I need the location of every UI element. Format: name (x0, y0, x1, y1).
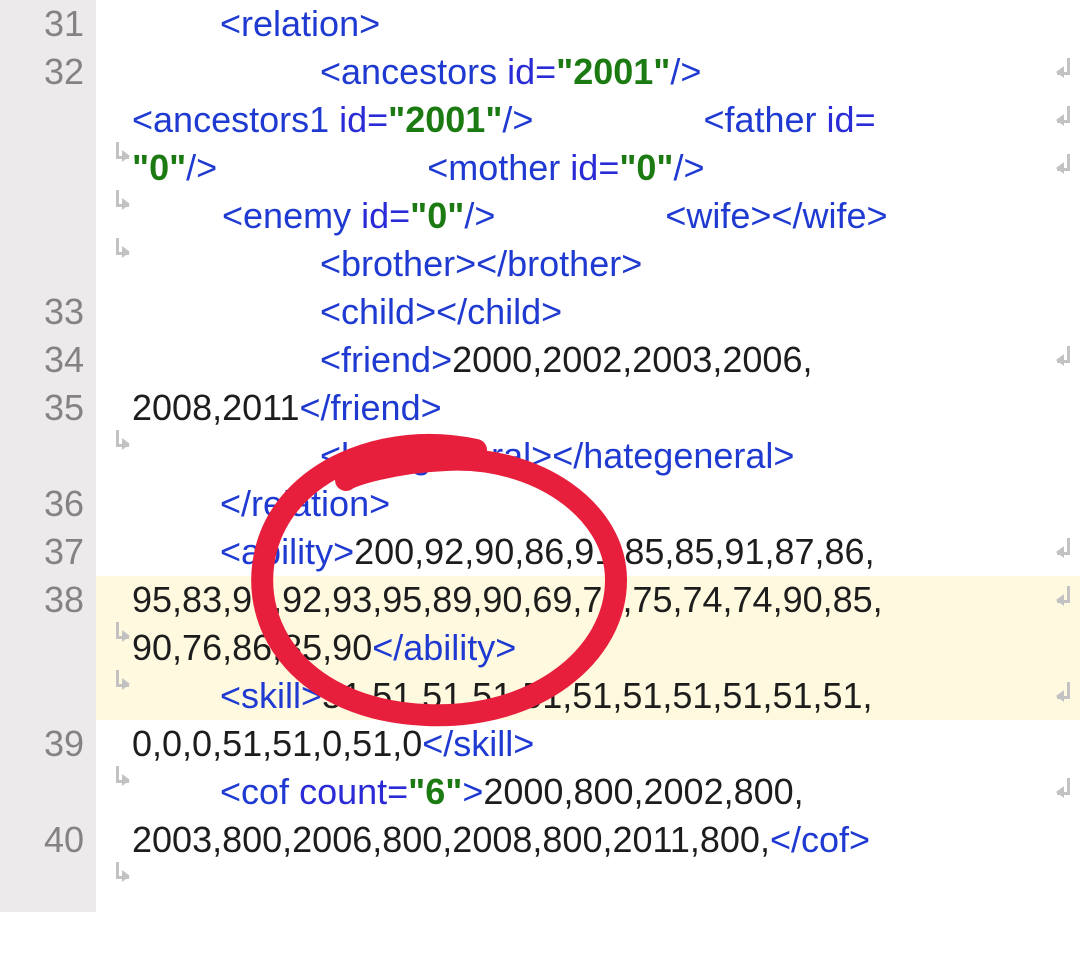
xml-tag: <child> (320, 291, 436, 332)
xml-attr-name: id= (339, 99, 388, 140)
line-number (0, 864, 96, 912)
xml-tag: /> (670, 51, 701, 92)
line-number-gutter: 31 32 33 34 35 36 37 38 39 40 (0, 0, 96, 912)
xml-attr-name: id= (361, 195, 410, 236)
line-number: 40 (0, 816, 96, 864)
xml-tag: <mother (427, 147, 570, 188)
xml-tag: <enemy (222, 195, 361, 236)
xml-text: 2003,800,2006,800,2008,800,2011,800, (132, 819, 770, 860)
xml-tag: </skill> (422, 723, 534, 764)
code-line[interactable]: <ability>200,92,90,86,91,85,85,91,87,86, (96, 528, 1080, 576)
xml-tag: <friend> (320, 339, 452, 380)
line-number: 34 (0, 336, 96, 384)
xml-attr-value: "0" (619, 147, 673, 188)
xml-tag: /> (502, 99, 533, 140)
xml-attr-name: id= (570, 147, 619, 188)
line-number: 37 (0, 528, 96, 576)
code-line[interactable]: <enemy id="0"/> <wife></wife> (96, 192, 1080, 240)
xml-tag: <brother> (320, 243, 476, 284)
xml-tag: <father (703, 99, 826, 140)
code-line[interactable]: 2008,2011</friend> (96, 384, 1080, 432)
code-line[interactable]: <cof count="6">2000,800,2002,800, (96, 768, 1080, 816)
xml-tag: /> (186, 147, 217, 188)
code-line[interactable]: <ancestors1 id="2001"/> <father id= (96, 96, 1080, 144)
xml-tag: </wife> (771, 195, 887, 236)
xml-attr-value: "2001" (388, 99, 502, 140)
line-number: 33 (0, 288, 96, 336)
code-line[interactable]: <skill>51,51,51,51,51,51,51,51,51,51,51, (96, 672, 1080, 720)
xml-tag: </relation> (220, 483, 390, 524)
xml-tag: </brother> (476, 243, 642, 284)
code-line[interactable]: 95,83,90,92,93,95,89,90,69,76,75,74,74,9… (96, 576, 1080, 624)
xml-tag: <hategeneral> (320, 435, 552, 476)
code-editor[interactable]: 31 32 33 34 35 36 37 38 39 40 <relation>… (0, 0, 1080, 912)
line-number (0, 432, 96, 480)
xml-text: 51,51,51,51,51,51,51,51,51,51,51, (322, 675, 873, 716)
xml-text: 0,0,0,51,51,0,51,0 (132, 723, 422, 764)
code-line[interactable]: <child></child> (96, 288, 1080, 336)
xml-tag: <skill> (220, 675, 322, 716)
xml-tag: </cof> (770, 819, 870, 860)
xml-tag: </friend> (300, 387, 442, 428)
xml-attr-name: id= (507, 51, 556, 92)
code-line[interactable]: <ancestors id="2001"/> (96, 48, 1080, 96)
code-line[interactable]: 0,0,0,51,51,0,51,0</skill> (96, 720, 1080, 768)
line-number: 38 (0, 576, 96, 624)
xml-text: 95,83,90,92,93,95,89,90,69,76,75,74,74,9… (132, 579, 883, 620)
line-number: 35 (0, 384, 96, 432)
code-line[interactable]: 2003,800,2006,800,2008,800,2011,800,</co… (96, 816, 1080, 864)
code-line[interactable]: "0"/> <mother id="0"/> (96, 144, 1080, 192)
line-number: 36 (0, 480, 96, 528)
code-line[interactable]: 90,76,86,85,90</ability> (96, 624, 1080, 672)
xml-attr-value: "6" (408, 771, 462, 812)
xml-text: 200,92,90,86,91,85,85,91,87,86, (354, 531, 874, 572)
xml-tag: /> (464, 195, 495, 236)
xml-attr-name: id= (827, 99, 876, 140)
xml-tag: </ability> (372, 627, 516, 668)
code-line[interactable]: </relation> (96, 480, 1080, 528)
xml-attr-value: "2001" (556, 51, 670, 92)
xml-attr-value: "0" (132, 147, 186, 188)
xml-attr-name: count= (299, 771, 408, 812)
xml-text: 2000,800,2002,800, (483, 771, 803, 812)
xml-attr-value: "0" (410, 195, 464, 236)
code-line[interactable]: <brother></brother> (96, 240, 1080, 288)
xml-text: 2000,2002,2003,2006, (452, 339, 812, 380)
xml-tag: <relation> (220, 3, 380, 44)
xml-text: 90,76,86,85,90 (132, 627, 372, 668)
line-number (0, 96, 96, 288)
line-number: 39 (0, 720, 96, 768)
line-number (0, 768, 96, 816)
xml-tag: </child> (436, 291, 562, 332)
line-number (0, 624, 96, 720)
code-line[interactable]: <hategeneral></hategeneral> (96, 432, 1080, 480)
code-area[interactable]: <relation> <ancestors id="2001"/> <ances… (96, 0, 1080, 912)
line-number: 31 (0, 0, 96, 48)
xml-tag: </hategeneral> (552, 435, 794, 476)
xml-tag: /> (674, 147, 705, 188)
xml-tag: <wife> (665, 195, 771, 236)
line-number: 32 (0, 48, 96, 96)
xml-tag: <ancestors1 (132, 99, 339, 140)
xml-tag: <cof (220, 771, 299, 812)
xml-tag: <ancestors (320, 51, 507, 92)
xml-tag: > (462, 771, 483, 812)
xml-tag: <ability> (220, 531, 354, 572)
code-line[interactable]: <friend>2000,2002,2003,2006, (96, 336, 1080, 384)
xml-text: 2008,2011 (132, 387, 300, 428)
code-line[interactable]: <relation> (96, 0, 1080, 48)
